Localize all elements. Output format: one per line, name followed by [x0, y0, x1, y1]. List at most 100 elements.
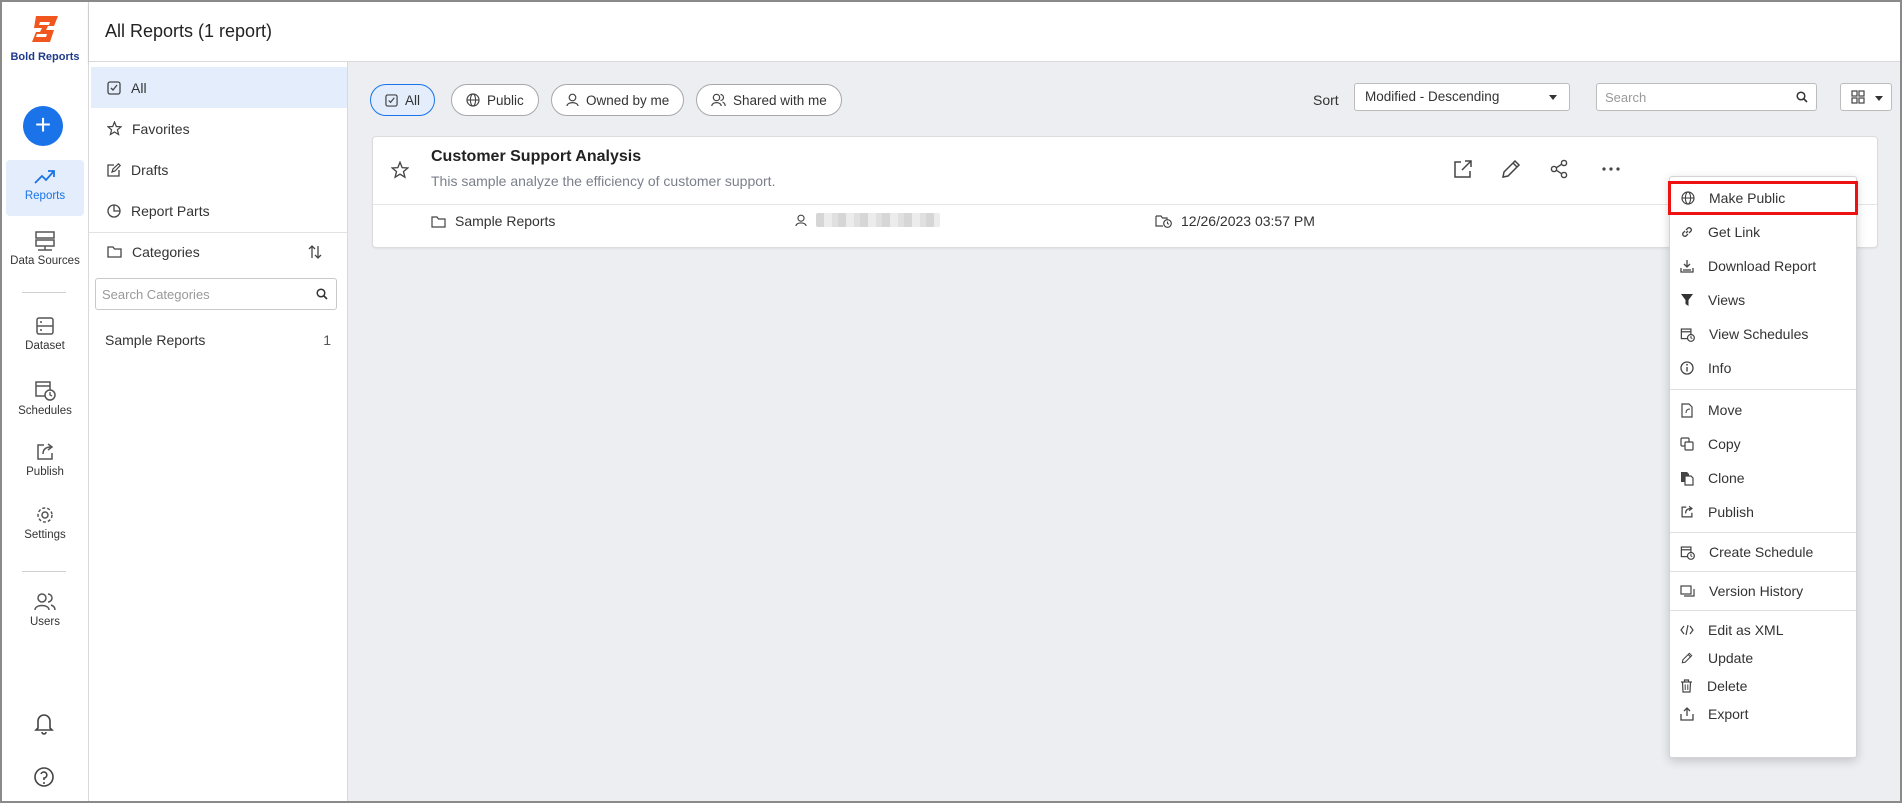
report-title[interactable]: Customer Support Analysis [431, 148, 641, 166]
report-card[interactable]: Customer Support Analysis This sample an… [372, 136, 1878, 248]
sort-label: Sort [1313, 92, 1339, 108]
folder-clock-icon [1155, 215, 1172, 228]
menu-make-public[interactable]: Make Public [1668, 181, 1858, 215]
menu-clone[interactable]: Clone [1670, 463, 1856, 493]
menu-create-schedule[interactable]: Create Schedule [1670, 537, 1856, 567]
filter-label: All [405, 92, 421, 108]
sort-toggle-icon[interactable] [307, 244, 323, 260]
nav-item-schedules[interactable]: Schedules [6, 371, 84, 427]
nav-item-data-sources[interactable]: Data Sources [6, 223, 84, 279]
create-new-button[interactable]: + [23, 106, 63, 146]
main-content: All Public Owned by me Shared with me So… [348, 62, 1900, 801]
filter-shared-with-me[interactable]: Shared with me [696, 84, 842, 116]
info-icon [1680, 361, 1694, 375]
view-toggle-button[interactable] [1840, 83, 1892, 111]
copy-icon [1680, 437, 1694, 451]
report-owner [795, 213, 940, 227]
menu-label: Make Public [1709, 190, 1786, 206]
menu-info[interactable]: Info [1670, 353, 1856, 383]
pie-icon [107, 203, 121, 218]
menu-label: Move [1708, 402, 1743, 418]
nav-label-settings: Settings [24, 529, 66, 541]
nav-label-publish: Publish [26, 466, 64, 478]
report-description: This sample analyze the efficiency of cu… [431, 173, 776, 189]
category-search-input[interactable]: Search Categories [95, 278, 337, 310]
server-icon [35, 231, 55, 251]
nav-label-reports: Reports [24, 190, 66, 202]
sidebar-item-drafts[interactable]: Drafts [91, 149, 347, 190]
menu-copy[interactable]: Copy [1670, 429, 1856, 459]
bell-icon[interactable] [30, 709, 58, 737]
filter-label: Shared with me [733, 92, 827, 108]
grid-view-icon [1851, 90, 1865, 104]
filter-label: Public [487, 92, 524, 108]
menu-label: View Schedules [1709, 326, 1809, 342]
page-header: All Reports (1 report) [89, 2, 1900, 62]
folder-icon [107, 246, 122, 258]
folder-icon [431, 215, 446, 228]
history-icon [1680, 584, 1695, 597]
report-sidebar: All Favorites Drafts Report Parts Catego… [89, 62, 348, 801]
filter-owned-by-me[interactable]: Owned by me [551, 84, 685, 116]
users-icon [34, 593, 56, 611]
help-icon[interactable] [30, 763, 58, 791]
more-options-icon[interactable] [1599, 157, 1623, 181]
sidebar-item-all[interactable]: All [91, 67, 347, 108]
search-input[interactable]: Search [1596, 83, 1817, 111]
menu-label: Edit as XML [1708, 622, 1784, 638]
menu-divider [1670, 389, 1856, 390]
calendar-clock-icon [1680, 545, 1695, 560]
menu-delete[interactable]: Delete [1670, 671, 1856, 701]
open-external-icon[interactable] [1451, 157, 1475, 181]
menu-export[interactable]: Export [1670, 699, 1856, 729]
pencil-icon[interactable] [1499, 157, 1523, 181]
sidebar-item-favorites[interactable]: Favorites [91, 108, 347, 149]
menu-label: Update [1708, 650, 1754, 666]
favorite-star-icon[interactable] [391, 161, 409, 179]
menu-label: Download Report [1708, 258, 1817, 274]
nav-item-users[interactable]: Users [6, 584, 84, 640]
nav-divider [22, 292, 66, 293]
publish-icon [1681, 505, 1693, 518]
menu-label: Version History [1709, 583, 1804, 599]
calendar-clock-icon [1680, 327, 1695, 342]
search-placeholder: Search [1605, 90, 1647, 105]
sidebar-item-report-parts[interactable]: Report Parts [91, 190, 347, 231]
category-name: Sample Reports [105, 332, 206, 348]
share-icon[interactable] [1547, 157, 1571, 181]
menu-download-report[interactable]: Download Report [1670, 251, 1856, 281]
search-icon [316, 288, 328, 300]
filter-all[interactable]: All [370, 84, 436, 116]
search-icon [1796, 91, 1808, 103]
menu-view-schedules[interactable]: View Schedules [1670, 319, 1856, 349]
page-title: All Reports (1 report) [105, 21, 273, 41]
export-icon [1680, 707, 1694, 721]
bold-reports-logo-icon [32, 16, 58, 42]
filter-icon [1681, 294, 1693, 306]
nav-item-settings[interactable]: Settings [6, 497, 84, 553]
categories-header: Categories [91, 231, 347, 272]
filter-public[interactable]: Public [451, 84, 539, 116]
nav-item-reports[interactable]: Reports [6, 160, 84, 216]
menu-edit-as-xml[interactable]: Edit as XML [1670, 615, 1856, 645]
sort-dropdown[interactable]: Modified - Descending [1354, 83, 1570, 111]
menu-get-link[interactable]: Get Link [1670, 217, 1856, 247]
nav-item-publish[interactable]: Publish [6, 434, 84, 490]
category-count: 1 [323, 332, 331, 348]
menu-move[interactable]: Move [1670, 395, 1856, 425]
globe-icon [466, 93, 480, 107]
nav-label-schedules: Schedules [18, 405, 72, 417]
brand-logo[interactable]: Bold Reports [2, 14, 88, 63]
calendar-clock-icon [35, 381, 56, 401]
dataset-icon [36, 317, 54, 335]
star-icon [107, 121, 122, 136]
menu-version-history[interactable]: Version History [1670, 576, 1856, 606]
menu-label: Clone [1708, 470, 1745, 486]
menu-label: Get Link [1708, 224, 1761, 240]
menu-publish[interactable]: Publish [1670, 497, 1856, 527]
globe-icon [1681, 191, 1695, 205]
menu-update[interactable]: Update [1670, 643, 1856, 673]
category-item[interactable]: Sample Reports 1 [105, 332, 331, 348]
menu-views[interactable]: Views [1670, 285, 1856, 315]
nav-item-dataset[interactable]: Dataset [6, 308, 84, 364]
